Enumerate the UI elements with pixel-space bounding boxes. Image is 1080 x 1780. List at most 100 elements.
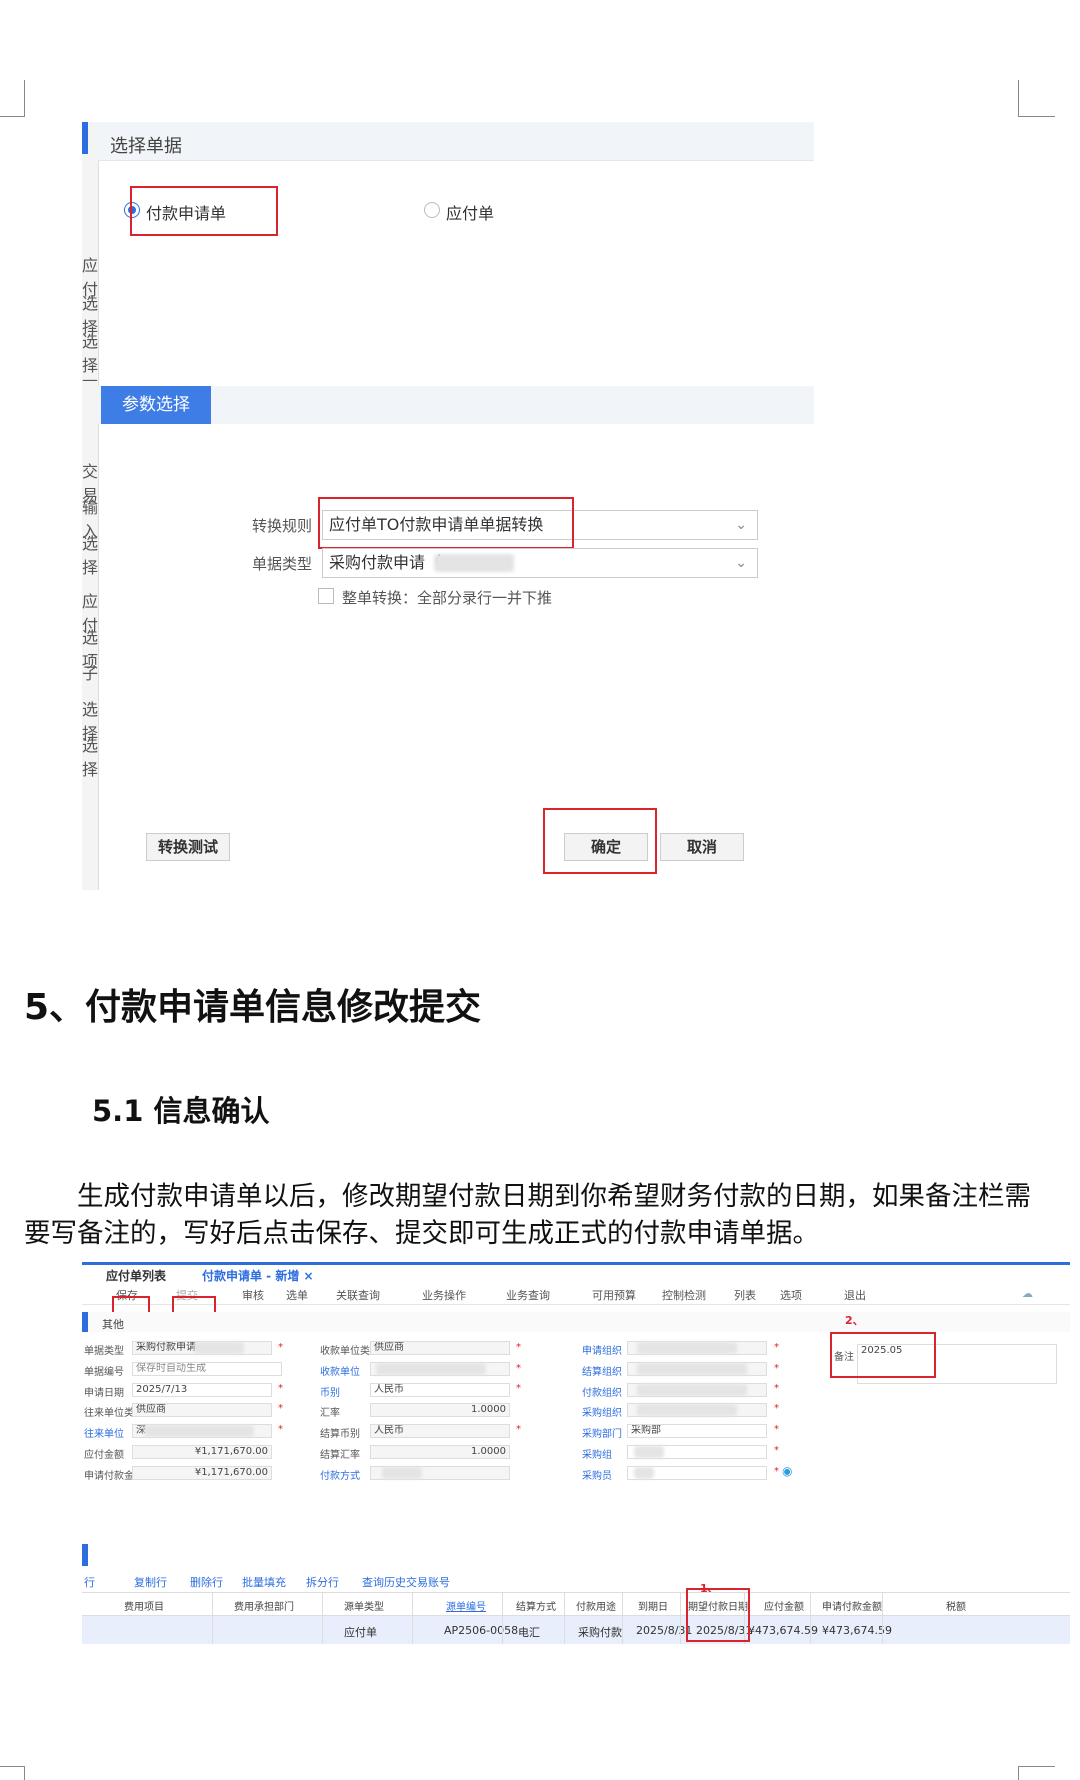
crop-mark-bottom-left [0, 1766, 25, 1780]
field-label: 申请日期 [84, 1388, 124, 1399]
required-mark: * [278, 1342, 283, 1353]
required-mark: * [516, 1342, 521, 1353]
dialog-title-bar: 选择单据 [98, 122, 814, 161]
select-bill-button[interactable]: 选单 [286, 1287, 308, 1303]
table-cell[interactable]: AP2506-0058 [444, 1624, 518, 1637]
blurred-text [194, 1342, 244, 1354]
split-row-button[interactable]: 拆分行 [306, 1574, 339, 1590]
info-icon[interactable]: ◉ [782, 1464, 792, 1478]
table-row[interactable]: 应付单 AP2506-0058 电汇 采购付款 2025/8/31 2025/8… [82, 1616, 1070, 1644]
options-button[interactable]: 选项 [780, 1287, 802, 1303]
sidebar-fragment: 选择 [82, 332, 98, 375]
field-label: 应付金额 [84, 1450, 124, 1461]
business-query-button[interactable]: 业务查询 [506, 1287, 550, 1303]
table-cell[interactable]: 电汇 [518, 1624, 540, 1640]
table-cell[interactable]: ¥473,674.59 [748, 1624, 818, 1637]
payment-request-form: 应付单列表 付款申请单 - 新增 × 保存 提交 审核 选单 关联查询 业务操作… [82, 1262, 1070, 1652]
delete-row-button[interactable]: 删除行 [190, 1574, 223, 1590]
form-tabs: 应付单列表 付款申请单 - 新增 × [82, 1262, 1070, 1283]
field-label: 单据编号 [84, 1367, 124, 1378]
blurred-text [376, 1363, 486, 1375]
row-tools: 行 复制行 删除行 批量填充 拆分行 查询历史交易账号 [82, 1572, 1070, 1590]
column-divider [412, 1592, 413, 1644]
field-label: 结算汇率 [320, 1450, 360, 1461]
table-header-cell[interactable]: 源单编号 [446, 1598, 486, 1613]
blurred-text [637, 1363, 747, 1375]
radio-payable[interactable] [424, 202, 440, 218]
table-cell[interactable]: 2025/8/31 [636, 1624, 692, 1637]
detail-section-accent [82, 1544, 88, 1566]
sidebar-accent [82, 122, 88, 154]
field-apply-date[interactable]: 2025/7/13 [132, 1383, 272, 1397]
sidebar-fragment: 选择 [82, 534, 98, 577]
field-label: 采购组 [582, 1450, 612, 1461]
sidebar-fragment: 子 [82, 664, 98, 683]
table-cell[interactable]: 应付单 [344, 1624, 377, 1640]
field-purchase-dept[interactable]: 采购部 [627, 1424, 767, 1438]
table-header-cell: 税额 [946, 1602, 966, 1613]
list-button[interactable]: 列表 [734, 1287, 756, 1303]
section-other-label: 其他 [102, 1318, 124, 1331]
cancel-button[interactable]: 取消 [660, 833, 744, 861]
blurred-text [634, 1446, 664, 1458]
table-cell[interactable]: 采购付款 [578, 1624, 622, 1640]
field-currency[interactable]: 人民币 [370, 1383, 510, 1397]
sidebar-fragment: — [82, 370, 98, 389]
field-label: 往来单位 [84, 1429, 124, 1440]
field-label: 申请组织 [582, 1346, 622, 1357]
whole-convert-label: 整单转换：全部分录行一并下推 [342, 589, 553, 607]
rule-label: 转换规则 [251, 517, 312, 535]
history-account-button[interactable]: 查询历史交易账号 [362, 1574, 450, 1590]
field-label: 付款方式 [320, 1471, 360, 1482]
field-bill-number[interactable]: 保存时自动生成 [132, 1362, 282, 1376]
table-header-cell: 申请付款金额 [822, 1602, 882, 1613]
form-toolbar: 保存 提交 审核 选单 关联查询 业务操作 业务查询 可用预算 控制检测 列表 … [82, 1282, 1070, 1305]
field-payee-type[interactable]: 供应商 [370, 1341, 510, 1355]
field-contact-type[interactable]: 供应商 [132, 1403, 272, 1417]
table-header-cell: 结算方式 [516, 1602, 556, 1613]
annotation-box-rule [318, 497, 574, 549]
required-mark: * [516, 1424, 521, 1435]
related-query-button[interactable]: 关联查询 [336, 1287, 380, 1303]
field-label: 采购组织 [582, 1408, 622, 1419]
blurred-text [434, 554, 514, 572]
field-label: 采购员 [582, 1471, 612, 1482]
type-select[interactable]: 采购付款申请（ ⌄ [322, 548, 758, 578]
field-label: 付款组织 [582, 1388, 622, 1399]
table-header-cell: 费用项目 [124, 1602, 164, 1613]
sidebar-fragment: 选择 [82, 736, 98, 779]
required-mark: * [774, 1403, 779, 1414]
required-mark: * [278, 1403, 283, 1414]
field-settle-rate: 1.0000 [370, 1445, 510, 1459]
dialog-title: 选择单据 [110, 136, 182, 157]
convert-test-button[interactable]: 转换测试 [146, 833, 230, 861]
control-check-button[interactable]: 控制检测 [662, 1287, 706, 1303]
exit-button[interactable]: 退出 [844, 1287, 866, 1303]
blurred-text [382, 1467, 422, 1479]
background-sidebar: 应付 选择 选择 — 交易 输入 选择 应付 选项 子 选择 选择 [82, 122, 99, 890]
params-section-tab[interactable]: 参数选择 [101, 386, 211, 424]
annotation-box-ok [543, 808, 657, 874]
batch-fill-button[interactable]: 批量填充 [242, 1574, 286, 1590]
cloud-icon[interactable]: ☁ [1022, 1287, 1033, 1300]
column-divider [212, 1592, 213, 1644]
whole-convert-checkbox[interactable] [318, 588, 334, 604]
required-mark: * [278, 1424, 283, 1435]
audit-button[interactable]: 审核 [242, 1287, 264, 1303]
copy-row-button[interactable]: 复制行 [134, 1574, 167, 1590]
field-label: 收款单位 [320, 1367, 360, 1378]
required-mark: * [774, 1466, 779, 1477]
row-menu-button[interactable]: 行 [84, 1574, 95, 1590]
radio-label-payable[interactable]: 应付单 [446, 200, 494, 224]
annotation-box-payment-request [130, 186, 278, 236]
field-label: 采购部门 [582, 1429, 622, 1440]
field-settle-currency[interactable]: 人民币 [370, 1424, 510, 1438]
available-budget-button[interactable]: 可用预算 [592, 1287, 636, 1303]
type-label: 单据类型 [251, 555, 312, 573]
subsection-heading: 5.1 信息确认 [92, 1094, 270, 1128]
business-ops-button[interactable]: 业务操作 [422, 1287, 466, 1303]
annotation-box-remark [830, 1332, 936, 1378]
crop-mark-top-left [0, 80, 25, 117]
column-divider [622, 1592, 623, 1644]
field-rate: 1.0000 [370, 1403, 510, 1417]
